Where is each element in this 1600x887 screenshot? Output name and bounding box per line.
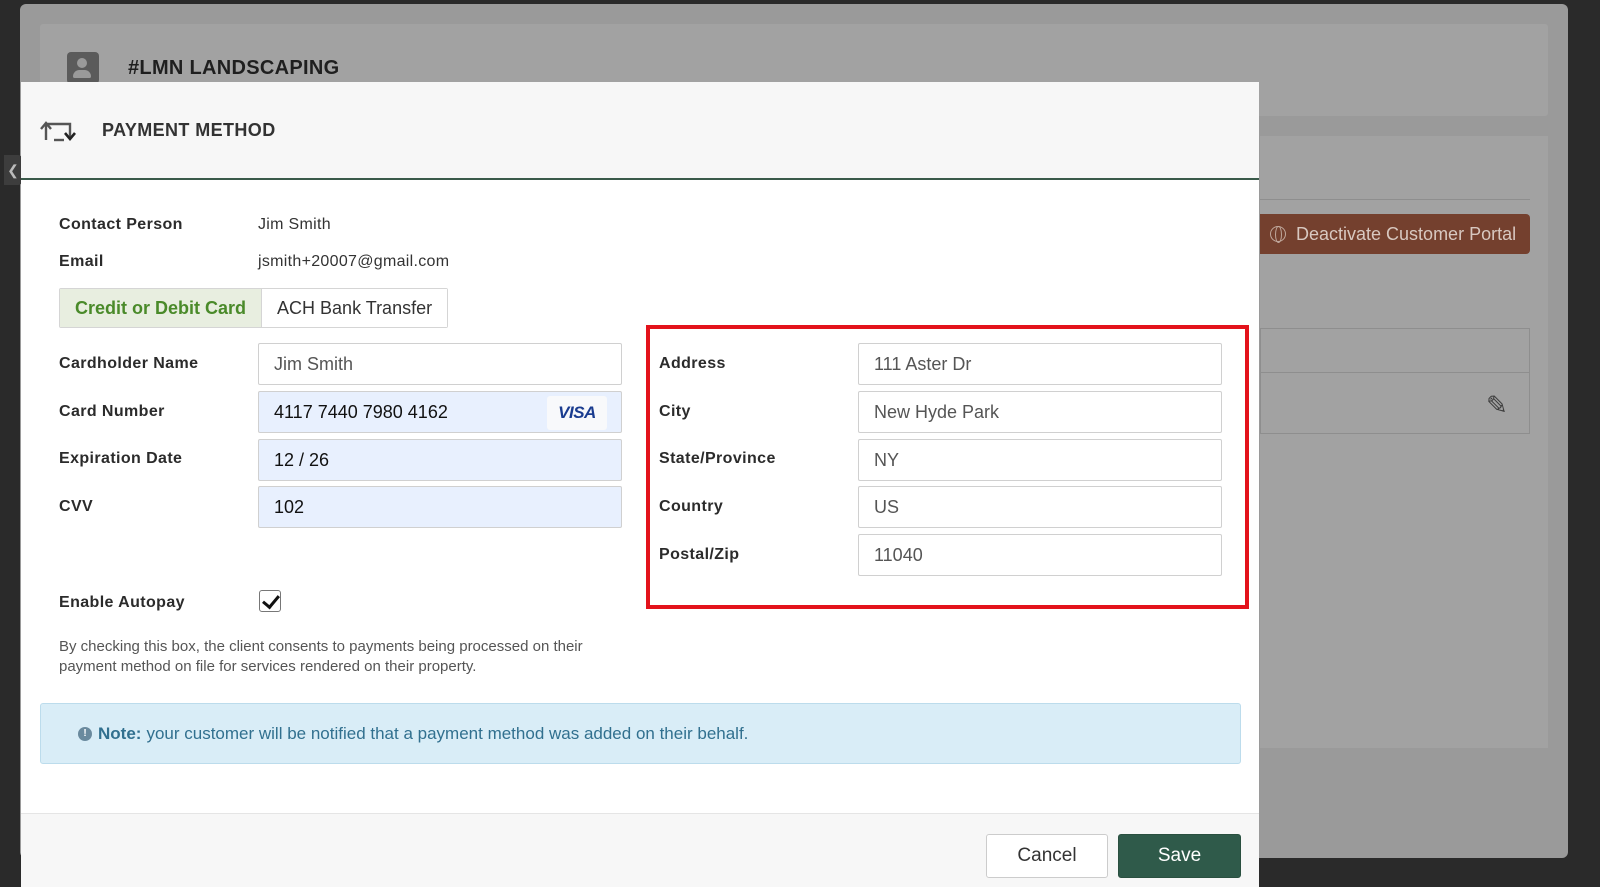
city-label: City [659, 403, 691, 420]
chevron-left-icon[interactable]: ❮ [4, 155, 22, 185]
visa-card-icon: VISA [547, 396, 607, 430]
modal-footer: Cancel Save [21, 813, 1259, 887]
autopay-consent-text: By checking this box, the client consent… [59, 638, 583, 675]
payment-type-tabs: Credit or Debit Card ACH Bank Transfer [59, 288, 449, 328]
enable-autopay-label: Enable Autopay [59, 594, 185, 611]
address-input[interactable]: 111 Aster Dr [858, 343, 1222, 385]
country-label: Country [659, 498, 724, 515]
transfer-arrows-icon [40, 121, 76, 142]
expiration-date-input[interactable]: 12 / 26 [258, 439, 622, 481]
cardholder-name-label: Cardholder Name [59, 355, 199, 372]
note-label: Note: [98, 723, 142, 743]
address-label: Address [659, 355, 726, 372]
tab-ach-bank-transfer[interactable]: ACH Bank Transfer [262, 289, 448, 327]
city-input[interactable]: New Hyde Park [858, 391, 1222, 433]
card-number-label: Card Number [59, 403, 165, 420]
table-row-divider [1261, 372, 1529, 373]
email-label: Email [59, 253, 104, 270]
info-note: ! Note: your customer will be notified t… [40, 703, 1241, 764]
postal-zip-input[interactable]: 11040 [858, 534, 1222, 576]
modal-title: PAYMENT METHOD [102, 120, 276, 140]
divider [1260, 199, 1530, 200]
contact-person-value: Jim Smith [258, 216, 331, 233]
page-title: #LMN LANDSCAPING [128, 57, 340, 79]
card-number-value: 4117 7440 7980 4162 [274, 401, 448, 422]
enable-autopay-checkbox[interactable] [259, 590, 281, 612]
contact-person-label: Contact Person [59, 216, 183, 233]
cvv-input[interactable]: 102 [258, 486, 622, 528]
cancel-button[interactable]: Cancel [986, 834, 1108, 878]
note-text: your customer will be notified that a pa… [146, 723, 749, 743]
contact-card-icon [67, 52, 99, 84]
payment-method-modal: PAYMENT METHOD Contact Person Jim Smith … [21, 82, 1259, 887]
deactivate-portal-label: Deactivate Customer Portal [1296, 223, 1517, 244]
expiration-date-label: Expiration Date [59, 450, 183, 467]
state-province-label: State/Province [659, 450, 776, 467]
pencil-icon[interactable]: ✎ [1486, 390, 1508, 421]
globe-icon [1270, 226, 1286, 243]
postal-zip-label: Postal/Zip [659, 546, 740, 563]
save-button[interactable]: Save [1118, 834, 1241, 878]
cvv-label: CVV [59, 498, 94, 515]
card-number-input[interactable]: 4117 7440 7980 4162 VISA [258, 391, 622, 433]
email-value: jsmith+20007@gmail.com [258, 253, 450, 270]
info-icon: ! [78, 726, 92, 741]
country-input[interactable]: US [858, 486, 1222, 528]
state-province-input[interactable]: NY [858, 439, 1222, 481]
cardholder-name-input[interactable]: Jim Smith [258, 343, 622, 385]
tab-credit-debit-card[interactable]: Credit or Debit Card [60, 289, 263, 327]
modal-header: PAYMENT METHOD [21, 82, 1259, 180]
deactivate-portal-button[interactable]: Deactivate Customer Portal [1260, 214, 1530, 254]
